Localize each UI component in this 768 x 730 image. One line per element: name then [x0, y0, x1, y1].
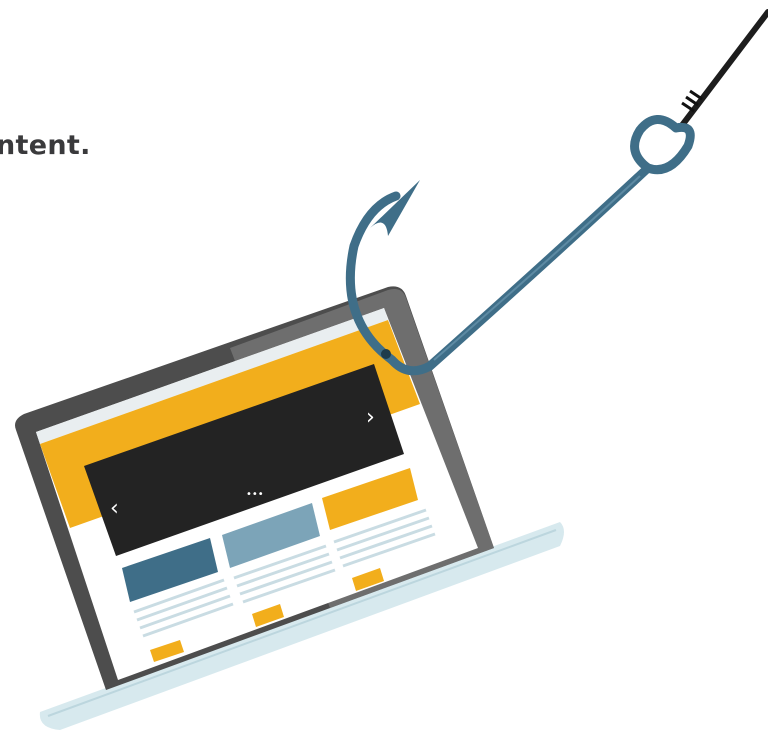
laptop: ‹ › •••: [15, 286, 565, 730]
hook-pierce-point: [381, 349, 391, 359]
hook-eye: [630, 115, 695, 175]
slider-prev-arrow[interactable]: ‹: [110, 496, 119, 521]
slider-dots: •••: [246, 489, 264, 500]
slider-next-arrow[interactable]: ›: [366, 405, 375, 430]
hook-shank: [387, 163, 653, 376]
phishing-illustration: ‹ › •••: [15, 9, 768, 730]
